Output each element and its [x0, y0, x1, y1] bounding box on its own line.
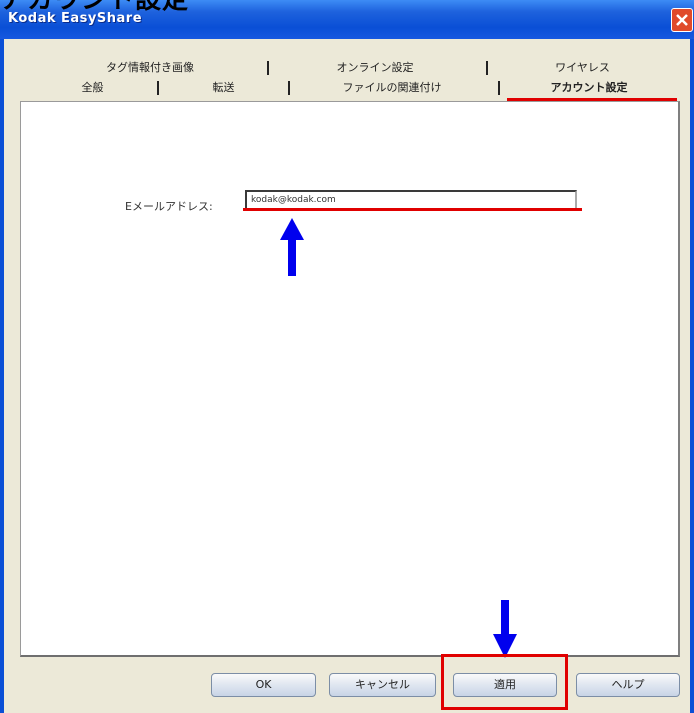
- ok-button[interactable]: OK: [211, 673, 316, 697]
- email-label: Eメールアドレス:: [125, 200, 213, 213]
- tab-tagged-images[interactable]: タグ情報付き画像: [60, 60, 240, 76]
- tab-account-settings[interactable]: アカウント設定: [504, 80, 674, 96]
- tab-online-settings[interactable]: オンライン設定: [270, 60, 480, 76]
- email-input[interactable]: [245, 190, 577, 210]
- tab-separator: [267, 61, 269, 75]
- dialog-window: Kodak EasyShare タグ情報付き画像 オンライン設定 ワイヤレス 全…: [0, 0, 694, 713]
- close-icon: [676, 14, 688, 26]
- tab-separator: [157, 81, 159, 95]
- email-highlight-underline: [243, 208, 582, 211]
- up-arrow-icon: [280, 218, 304, 276]
- apply-highlight-box: [441, 654, 568, 710]
- tab-separator: [498, 81, 500, 95]
- close-button[interactable]: [671, 8, 693, 32]
- tab-wireless[interactable]: ワイヤレス: [490, 60, 675, 76]
- tab-transfer[interactable]: 転送: [160, 80, 287, 96]
- help-button[interactable]: ヘルプ: [576, 673, 680, 697]
- tab-row-back: タグ情報付き画像 オンライン設定 ワイヤレス: [20, 60, 680, 76]
- tab-separator: [288, 81, 290, 95]
- tab-file-associations[interactable]: ファイルの関連付け: [292, 80, 492, 96]
- cancel-button[interactable]: キャンセル: [329, 673, 436, 697]
- down-arrow-icon: [493, 600, 517, 658]
- tab-general[interactable]: 全般: [40, 80, 145, 96]
- clipped-heading: アカウント設定: [0, 0, 190, 15]
- tab-separator: [486, 61, 488, 75]
- tab-content-panel: [20, 101, 680, 657]
- tab-row-front: 全般 転送 ファイルの関連付け アカウント設定: [20, 80, 680, 96]
